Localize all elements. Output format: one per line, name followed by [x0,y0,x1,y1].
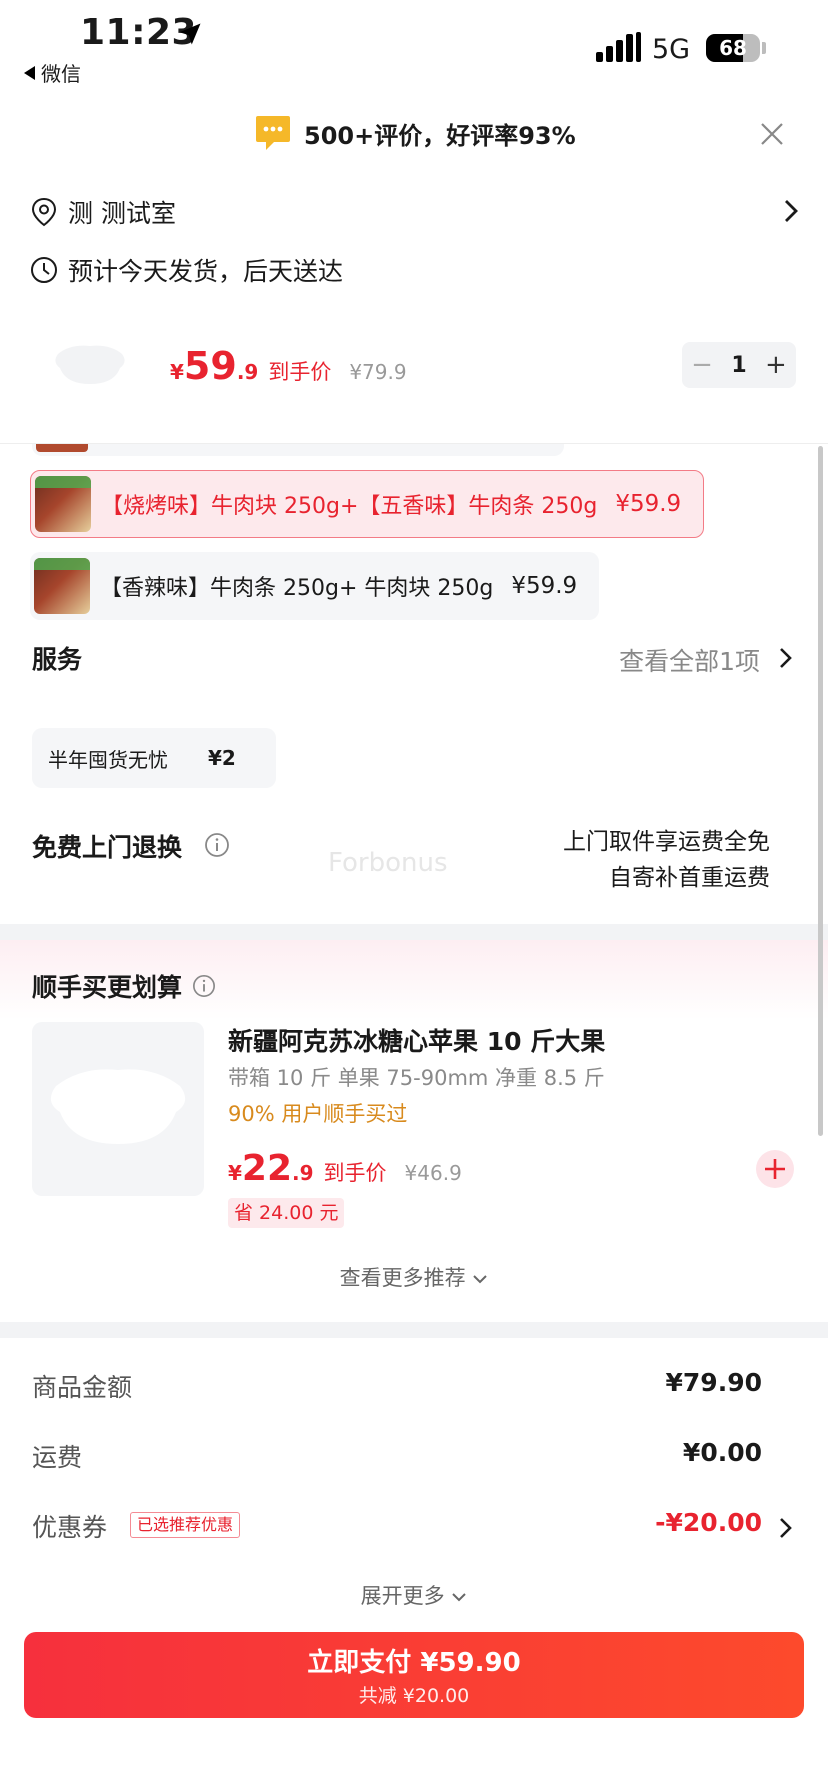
sku-option-partial[interactable] [32,444,564,456]
recommend-product-name[interactable]: 新疆阿克苏冰糖心苹果 10 斤大果 [228,1022,605,1058]
close-icon[interactable] [756,118,788,150]
product-thumbnail-placeholder [55,345,125,384]
service-header[interactable]: 服务 查看全部1项 [30,640,800,680]
section-separator [0,924,828,940]
recommend-price: ¥ 22 .9 到手价 ¥46.9 [228,1148,462,1189]
goods-amount-row: 商品金额 ¥79.90 [32,1368,762,1408]
scrollbar[interactable] [818,446,823,1136]
price-integer: 22 [241,1148,293,1189]
service-view-all[interactable]: 查看全部1项 [619,642,760,678]
sku-thumbnail [35,476,91,532]
address-text: 测 测试室 [68,199,176,228]
goods-amount-label: 商品金额 [32,1373,133,1402]
service-chip-name: 半年囤货无忧 [48,747,168,772]
recommend-title: 顺手买更划算 [32,968,216,1004]
plus-icon [765,1159,785,1179]
battery-icon: 68 [706,34,760,62]
recommend-social-proof: 90% 用户顺手买过 [228,1102,408,1126]
coupon-badge: 已选推荐优惠 [130,1512,241,1538]
total-discount-label: 共减 ¥20.00 [358,1685,470,1707]
sku-label: 【香辣味】牛肉条 250g+ 牛肉块 250g [100,576,494,601]
expand-more-link[interactable]: 展开更多 [0,1580,828,1610]
back-app-label: 微信 [41,62,81,86]
sku-price: ¥59.9 [511,573,578,599]
final-price: ¥ 59 .9 到手价 ¥79.9 [170,344,407,388]
chevron-down-icon [473,1275,488,1284]
add-to-order-button[interactable] [756,1150,794,1188]
more-recommendations-label: 查看更多推荐 [339,1266,466,1290]
goods-amount-value: ¥79.90 [665,1368,762,1397]
sku-thumbnail-partial [36,444,88,452]
expand-more-label: 展开更多 [360,1584,445,1608]
recommend-title-text: 顺手买更划算 [32,973,183,1002]
increase-button[interactable]: + [765,350,787,380]
coupon-row[interactable]: 优惠券 已选推荐优惠 -¥20.00 [32,1508,762,1548]
price-decimal: .9 [292,1161,314,1185]
sku-label: 【烧烤味】牛肉块 250g+【五香味】牛肉条 250g [101,494,598,519]
pay-now-label: 立即支付 ¥59.90 [307,1648,521,1678]
section-separator [0,1322,828,1338]
service-chip-price: ¥2 [208,746,236,770]
price-tag: 到手价 [268,360,332,384]
more-recommendations-link[interactable]: 查看更多推荐 [0,1262,828,1292]
price-currency: ¥ [228,1161,242,1185]
price-currency: ¥ [170,360,184,384]
watermark: Forbonus [328,848,448,878]
chevron-right-icon [785,200,798,222]
image-placeholder-icon [50,1069,186,1144]
sku-thumbnail [34,558,90,614]
info-icon[interactable] [192,974,216,998]
decrease-button[interactable]: − [691,350,713,380]
battery-tip [762,42,766,54]
chat-bubble-icon [254,114,292,152]
free-return-line2: 自寄补首重运费 [609,865,770,891]
battery-percent: 68 [719,36,747,60]
status-bar: 11:23 微信 5G 68 [0,0,828,96]
signal-strength-icon [596,32,641,62]
back-triangle-icon [24,65,35,80]
location-arrow-icon [179,23,201,45]
rating-banner: 500+评价，好评率93% [0,104,828,168]
sku-option[interactable]: 【香辣味】牛肉条 250g+ 牛肉块 250g ¥59.9 [30,552,600,620]
original-price: ¥79.9 [349,360,407,384]
delivery-row: 预计今天发货，后天送达 [30,250,343,290]
chevron-down-icon [452,1593,467,1602]
network-type: 5G [652,34,691,65]
quantity-stepper: − 1 + [682,342,796,388]
recommend-product-image[interactable] [32,1022,204,1196]
shipping-value: ¥0.00 [682,1438,762,1467]
location-pin-icon [31,197,57,227]
price-integer: 59 [183,344,237,388]
free-return-title: 免费上门退换 [32,833,183,862]
pay-now-button[interactable]: 立即支付 ¥59.90 共减 ¥20.00 [24,1632,804,1718]
shipping-row: 运费 ¥0.00 [32,1438,762,1478]
sku-option-selected[interactable]: 【烧烤味】牛肉块 250g+【五香味】牛肉条 250g ¥59.9 [30,470,705,538]
chevron-right-icon [780,648,792,668]
delivery-estimate: 预计今天发货，后天送达 [68,257,344,286]
sku-price: ¥59.9 [615,491,682,517]
price-row: ¥ 59 .9 到手价 ¥79.9 − 1 + [0,330,828,410]
savings-badge: 省 24.00 元 [228,1198,345,1228]
shipping-label: 运费 [32,1443,83,1472]
info-icon[interactable] [204,832,230,858]
back-to-app-button[interactable]: 微信 [24,58,81,87]
free-return-description: 上门取件享运费全免 自寄补首重运费 [563,824,770,896]
chevron-right-icon[interactable] [778,1516,794,1540]
original-price: ¥46.9 [404,1161,462,1185]
service-chip[interactable]: 半年囤货无忧 ¥2 [32,728,276,788]
recommend-product-spec: 带箱 10 斤 单果 75-90mm 净重 8.5 斤 [228,1066,605,1090]
coupon-value: -¥20.00 [655,1508,762,1537]
coupon-label: 优惠券 [32,1513,108,1542]
quantity-value[interactable]: 1 [731,353,746,378]
price-tag: 到手价 [323,1161,387,1185]
clock-icon [31,257,57,283]
free-return-line1: 上门取件享运费全免 [563,829,770,855]
service-title: 服务 [32,645,83,674]
address-row[interactable]: 测 测试室 [30,192,800,232]
price-decimal: .9 [236,360,259,384]
rating-summary: 500+评价，好评率93% [304,121,576,150]
